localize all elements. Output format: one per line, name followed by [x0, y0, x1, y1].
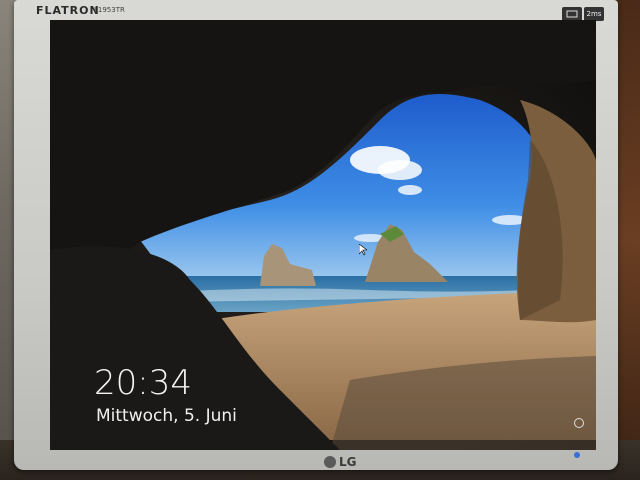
monitor-brand: FLATRON: [36, 4, 100, 17]
lg-logo: LG: [324, 455, 357, 469]
monitor-model: L1953TR: [94, 6, 125, 14]
badge-response-text: 2ms: [586, 10, 602, 18]
badge-response-time: 2ms: [584, 7, 604, 21]
monitor-bezel: FLATRON L1953TR 2ms 20:34 Mittwoch, 5. J…: [14, 0, 618, 470]
mouse-pointer-icon: [359, 244, 367, 256]
lg-logo-text: LG: [339, 455, 357, 469]
badge-icon-display: [562, 7, 582, 21]
monitor-badges: 2ms: [562, 7, 604, 21]
lockscreen-date: Mittwoch, 5. Juni: [96, 406, 237, 426]
power-led-icon: [574, 452, 580, 458]
ease-of-access-icon[interactable]: [574, 418, 584, 428]
lg-logo-icon: [324, 456, 336, 468]
screen-lockscreen[interactable]: 20:34 Mittwoch, 5. Juni: [50, 20, 596, 450]
lockscreen-time: 20:34: [94, 363, 192, 403]
